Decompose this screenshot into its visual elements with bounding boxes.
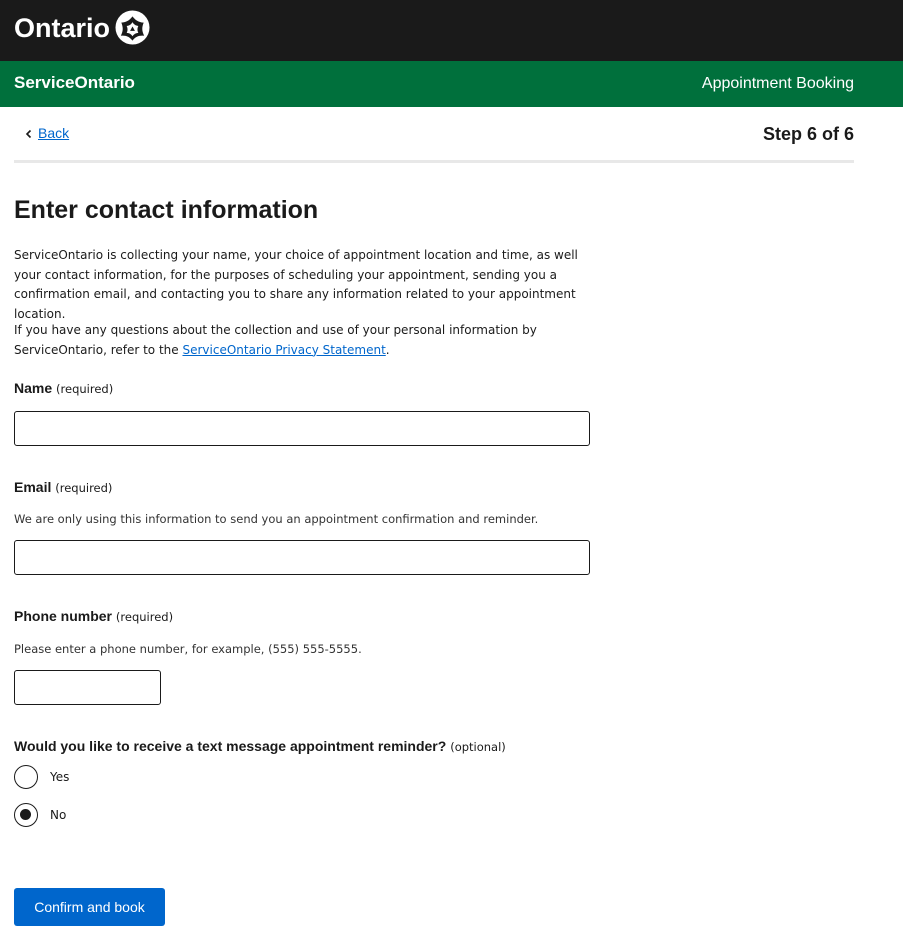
name-required-hint: (required) [56,382,114,396]
name-label: Name (required) [14,379,113,398]
email-help-text: We are only using this information to se… [14,512,539,526]
radio-yes[interactable] [14,765,38,789]
email-label: Email (required) [14,478,112,497]
email-label-text: Email [14,479,52,495]
phone-required-hint: (required) [115,610,174,624]
name-input[interactable] [14,411,590,446]
reminder-optional-hint: (optional) [450,740,506,754]
confirm-and-book-button[interactable]: Confirm and book [14,888,165,926]
phone-input[interactable] [14,670,161,705]
phone-label-text: Phone number [14,608,113,624]
privacy-statement-link[interactable]: ServiceOntario Privacy Statement [182,343,385,357]
collection-notice: ServiceOntario is collecting your name, … [14,248,578,321]
radio-no[interactable] [14,803,38,827]
step-indicator: Step 6 of 6 [762,124,854,144]
name-label-text: Name [14,380,53,396]
privacy-notice: If you have any questions about the coll… [14,321,599,360]
phone-label: Phone number (required) [14,607,173,626]
ontario-logo-text[interactable]: Ontario [14,12,110,44]
divider [14,160,854,163]
privacy-notice-end: . [385,342,390,357]
email-input[interactable] [14,540,590,575]
radio-no-label[interactable]: No [50,806,66,824]
app-name: Appointment Booking [701,75,854,92]
phone-help-text: Please enter a phone number, for example… [14,642,362,656]
ontario-top-bar: Ontario [0,0,903,61]
ontario-trillium-icon[interactable] [115,10,150,45]
reminder-label: Would you like to receive a text message… [14,737,506,756]
reminder-label-text: Would you like to receive a text message… [14,738,447,754]
chevron-left-icon [25,129,32,139]
email-required-hint: (required) [55,481,113,495]
page-title: Enter contact information [14,196,319,224]
back-link[interactable]: Back [38,124,69,142]
radio-selected-dot [20,809,31,820]
service-name: ServiceOntario [14,73,135,92]
radio-yes-label[interactable]: Yes [50,768,69,786]
